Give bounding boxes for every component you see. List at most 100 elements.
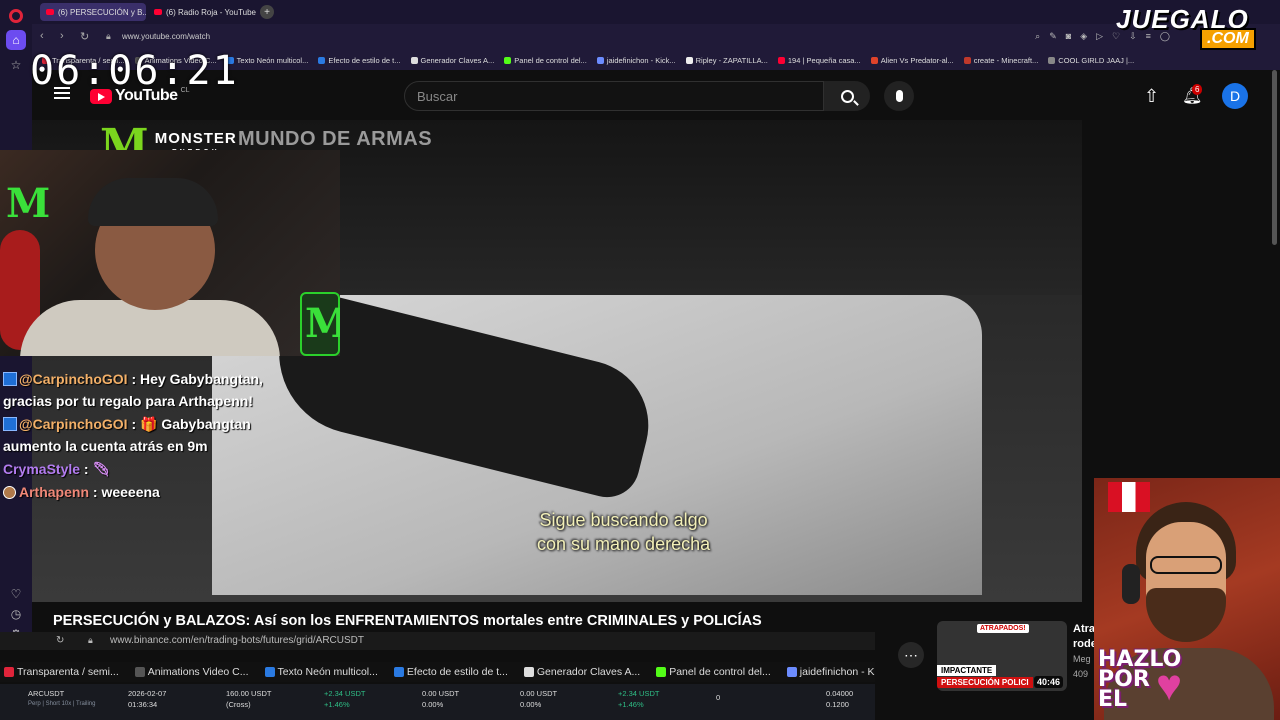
search-box xyxy=(404,81,824,111)
bookmark-favicon-icon xyxy=(4,667,14,677)
bookmark-item[interactable]: Ripley - ZAPATILLA... xyxy=(685,56,768,65)
opera-logo-icon[interactable] xyxy=(9,9,23,23)
chat-username: Arthapenn xyxy=(19,484,89,500)
home-icon[interactable]: ⌂ xyxy=(6,30,26,50)
subscriber-badge-icon xyxy=(3,372,17,386)
tab-label: (6) Radio Roja - YouTube xyxy=(166,7,256,17)
bookmark-item[interactable]: Efecto de estilo de t... xyxy=(393,666,508,678)
user-emote-icon xyxy=(3,486,16,499)
tab-strip: (6) PERSECUCIÓN y B... (6) Radio Roja - … xyxy=(32,0,1280,24)
video-duration: 40:46 xyxy=(1033,676,1063,688)
bookmark-favicon-icon xyxy=(685,56,693,64)
chat-overlay: @CarpinchoGOI : Hey Gabybangtan, gracias… xyxy=(3,368,263,504)
more-actions-button[interactable]: ⋯ xyxy=(898,642,924,668)
search-button[interactable] xyxy=(824,81,870,111)
shield-icon[interactable]: ◈ xyxy=(1080,31,1087,42)
upload-icon[interactable]: ⇧ xyxy=(1144,86,1159,107)
reload-icon[interactable]: ↻ xyxy=(56,635,64,646)
chat-username: @CarpinchoGOI xyxy=(19,416,128,432)
bookmark-item[interactable]: create - Minecraft... xyxy=(963,56,1038,65)
thumbnail-tag: PERSECUCIÓN POLICI xyxy=(937,677,1033,688)
bot-investment-cell: 160.00 USDT (Cross) xyxy=(226,689,272,709)
chat-username: CrymaStyle xyxy=(3,461,81,477)
bookmark-favicon-icon xyxy=(134,667,145,677)
back-icon[interactable]: ‹ xyxy=(40,30,44,42)
forward-icon[interactable]: › xyxy=(60,30,64,42)
bookmark-item[interactable]: COOL GIRLD JAAJ |... xyxy=(1048,56,1134,65)
bookmark-item[interactable]: Transparenta / semi... xyxy=(4,666,119,678)
chat-text: : weeeena xyxy=(89,484,160,500)
heart-icon[interactable]: ♡ xyxy=(6,584,26,604)
bookmark-item[interactable]: jaidefinichon - Kick... xyxy=(596,56,676,65)
bookmark-favicon-icon xyxy=(523,667,534,677)
suggested-video-thumbnail[interactable]: ATRAPADOS! IMPACTANTE PERSECUCIÓN POLICI… xyxy=(937,621,1067,691)
bot-date-cell: 2026-02-07 01:36:34 xyxy=(128,689,167,709)
lock-icon: 🔒︎ xyxy=(88,635,93,645)
chat-message: @CarpinchoGOI : 🎁 Gabybangtan aumento la… xyxy=(3,413,263,457)
chat-message: Arthapenn : weeeena xyxy=(3,481,263,503)
monster-claw-icon: M xyxy=(6,180,51,227)
tab-label: (6) PERSECUCIÓN y B... xyxy=(58,7,146,17)
bookmark-favicon-icon xyxy=(596,56,604,64)
bookmark-item[interactable]: Animations Video C... xyxy=(134,666,249,678)
voice-search-button[interactable] xyxy=(884,81,914,111)
edit-icon[interactable]: ✎ xyxy=(1049,31,1057,42)
bookmark-favicon-icon xyxy=(656,667,667,677)
account-avatar[interactable]: D xyxy=(1222,83,1248,109)
bookmark-item[interactable]: Panel de control del... xyxy=(504,56,587,65)
reload-icon[interactable]: ↻ xyxy=(80,30,89,43)
bookmark-item[interactable]: 194 | Pequeña casa... xyxy=(777,56,861,65)
bookmark-favicon-icon xyxy=(870,56,878,64)
webcam-person-cap xyxy=(88,178,218,226)
bookmark-item[interactable]: Texto Neón multicol... xyxy=(264,666,378,678)
chat-username: @CarpinchoGOI xyxy=(19,371,128,387)
history-icon[interactable]: ◷ xyxy=(6,604,26,624)
logo-sub-text: .COM xyxy=(1200,28,1256,50)
bookmark-favicon-icon xyxy=(318,56,326,64)
bot-unrealized-pnl-cell: +2.34 USDT +1.46% xyxy=(618,689,660,709)
peru-flag-icon xyxy=(1108,482,1150,512)
avatar-beard xyxy=(1146,588,1226,642)
bot-symbol-cell: ARCUSDT Perp | Short 10x | Trailing xyxy=(28,689,96,707)
headset-icon xyxy=(1122,564,1140,604)
thumbnail-tag: IMPACTANTE xyxy=(937,665,997,676)
stream-clock: 06:06:21 xyxy=(30,48,239,94)
chat-message: @CarpinchoGOI : Hey Gabybangtan, gracias… xyxy=(3,368,263,412)
bookmark-favicon-icon xyxy=(410,56,418,64)
search-icon[interactable]: ⌕ xyxy=(1035,31,1040,42)
url-field[interactable]: www.youtube.com/watch xyxy=(122,32,210,41)
lock-icon: 🔒︎ xyxy=(106,31,111,41)
tab-persecucion[interactable]: (6) PERSECUCIÓN y B... xyxy=(40,3,146,21)
address-bar-row: ‹ › ↻ 🔒︎ www.youtube.com/watch ⌕ ✎ ◙ ◈ ▷… xyxy=(32,24,1280,50)
screen: ⌂ ☆ ♡ ◷ ⚙ (6) PERSECUCIÓN y B... (6) Rad… xyxy=(0,0,1280,720)
bookmark-item[interactable]: Generador Claves A... xyxy=(410,56,494,65)
bot-price-range-cell: 0.04000 0.1200 xyxy=(826,689,854,709)
pin-icon[interactable]: ☆ xyxy=(6,55,26,75)
bot-arbitrage-count-cell: 0 xyxy=(716,693,721,702)
binance-url[interactable]: www.binance.com/en/trading-bots/futures/… xyxy=(110,635,364,646)
bookmark-favicon-icon xyxy=(1048,56,1056,64)
video-title: PERSECUCIÓN y BALAZOS: Así son los ENFRE… xyxy=(53,613,762,629)
page-scrollbar[interactable] xyxy=(1272,70,1277,245)
tab-radio-roja[interactable]: (6) Radio Roja - YouTube xyxy=(148,3,256,21)
bookmark-item[interactable]: Alien Vs Predator-al... xyxy=(870,56,954,65)
microphone-icon xyxy=(895,90,903,102)
camera-icon[interactable]: ◙ xyxy=(1066,31,1071,42)
bookmark-item[interactable]: Panel de control del... xyxy=(656,666,771,678)
search-input[interactable] xyxy=(405,82,823,110)
bookmark-item[interactable]: jaidefinichon - Kick... xyxy=(786,666,875,678)
play-icon[interactable]: ▷ xyxy=(1096,31,1103,42)
heart-icon: ♥ xyxy=(1156,661,1183,710)
bookmark-favicon-icon xyxy=(786,667,797,677)
bookmark-favicon-icon xyxy=(504,56,512,64)
bookmark-item[interactable]: Efecto de estilo de t... xyxy=(318,56,401,65)
binance-grid-bot-row[interactable]: ARCUSDT Perp | Short 10x | Trailing 2026… xyxy=(0,684,875,720)
youtube-favicon-icon xyxy=(154,9,162,15)
subscriber-badge-icon xyxy=(3,417,17,431)
new-tab-icon[interactable]: + xyxy=(260,5,274,19)
avatar-glasses xyxy=(1150,556,1222,574)
chat-text: : xyxy=(80,461,93,477)
bot-realized-pnl-cell: 0.00 USDT 0.00% xyxy=(520,689,558,709)
bookmark-item[interactable]: Generador Claves A... xyxy=(523,666,640,678)
subtitle-line: Sigue buscando algo xyxy=(539,510,708,530)
